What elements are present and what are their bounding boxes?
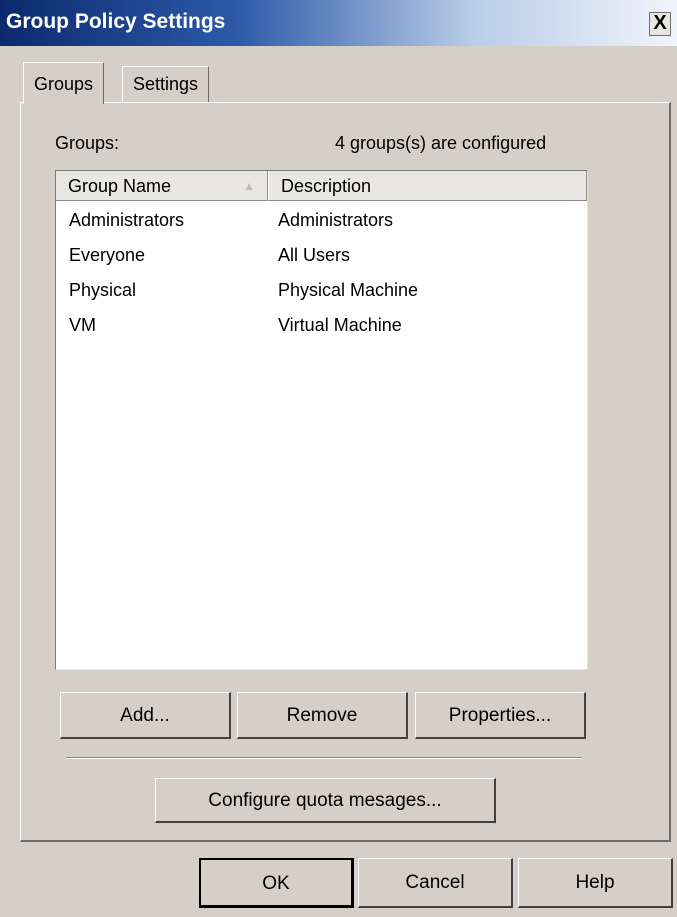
groups-count-label: 4 groups(s) are configured	[335, 133, 547, 153]
table-row[interactable]: Physical Physical Machine	[56, 273, 587, 307]
ok-button[interactable]: OK	[199, 858, 354, 908]
groups-label: Groups:	[55, 133, 120, 153]
remove-button[interactable]: Remove	[237, 692, 408, 739]
close-icon: X	[653, 12, 667, 34]
groups-list[interactable]: Group Name ▲ Description Administrators …	[55, 170, 588, 670]
dialog-window: Group Policy Settings X Groups Settings …	[0, 0, 677, 917]
table-row[interactable]: VM Virtual Machine	[56, 308, 587, 342]
group-name-cell: Everyone	[69, 245, 146, 265]
description-cell: Administrators	[278, 210, 394, 230]
sort-ascending-icon: ▲	[243, 179, 255, 193]
window-title: Group Policy Settings	[6, 10, 226, 33]
group-name-cell: Physical	[69, 280, 137, 300]
group-name-cell: Administrators	[69, 210, 185, 230]
tab-groups[interactable]: Groups	[23, 62, 105, 104]
description-cell: Physical Machine	[278, 280, 419, 300]
configure-quota-button[interactable]: Configure quota mesages...	[155, 778, 496, 823]
description-cell: All Users	[278, 245, 351, 265]
table-row[interactable]: Administrators Administrators	[56, 203, 587, 237]
description-cell: Virtual Machine	[278, 315, 402, 335]
add-button[interactable]: Add...	[60, 692, 231, 739]
separator	[66, 757, 582, 759]
cancel-button[interactable]: Cancel	[358, 858, 513, 908]
close-button[interactable]: X	[649, 12, 671, 36]
column-header-group-name[interactable]: Group Name ▲	[56, 171, 268, 201]
tab-settings[interactable]: Settings	[122, 66, 210, 102]
column-header-description[interactable]: Description	[268, 171, 587, 201]
table-row[interactable]: Everyone All Users	[56, 238, 587, 272]
properties-button[interactable]: Properties...	[415, 692, 586, 739]
group-name-cell: VM	[69, 315, 96, 335]
help-button[interactable]: Help	[518, 858, 673, 908]
title-bar[interactable]: Group Policy Settings X	[0, 0, 677, 46]
